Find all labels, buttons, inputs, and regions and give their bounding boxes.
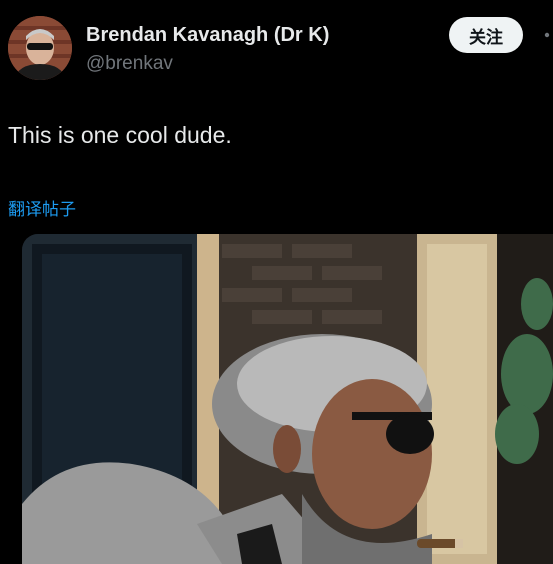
user-avatar-icon — [8, 16, 72, 80]
translate-post-link[interactable]: 翻译帖子 — [8, 195, 76, 220]
author-display-name[interactable]: Brendan Kavanagh (Dr K) — [86, 24, 329, 47]
tweet-photo[interactable] — [22, 234, 553, 564]
photo-icon — [22, 234, 553, 564]
tweet-header: Brendan Kavanagh (Dr K) @brenkav 关注 — [0, 0, 553, 100]
author-handle[interactable]: @brenkav — [86, 53, 173, 75]
follow-button[interactable]: 关注 — [449, 17, 523, 53]
avatar[interactable] — [8, 16, 72, 80]
tweet-text: This is one cool dude. — [8, 122, 232, 148]
more-options-icon[interactable] — [537, 22, 553, 48]
